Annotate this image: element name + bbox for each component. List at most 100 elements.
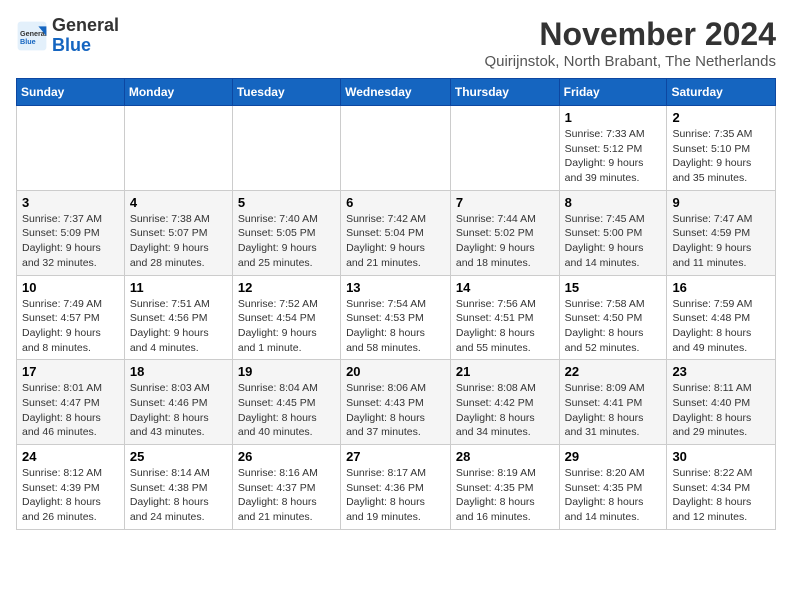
calendar-cell: 21 Sunrise: 8:08 AM Sunset: 4:42 PM Dayli… <box>450 360 559 445</box>
calendar-week-1: 1 Sunrise: 7:33 AM Sunset: 5:12 PM Daylig… <box>17 106 776 191</box>
day-info: Sunrise: 8:08 AM Sunset: 4:42 PM Dayligh… <box>456 381 554 440</box>
day-number: 26 <box>238 449 335 464</box>
calendar-cell: 13 Sunrise: 7:54 AM Sunset: 4:53 PM Dayli… <box>341 275 451 360</box>
calendar-cell: 16 Sunrise: 7:59 AM Sunset: 4:48 PM Dayli… <box>667 275 776 360</box>
day-number: 1 <box>565 110 662 125</box>
calendar-cell <box>450 106 559 191</box>
day-info: Sunrise: 7:44 AM Sunset: 5:02 PM Dayligh… <box>456 212 554 271</box>
calendar-cell <box>232 106 340 191</box>
day-number: 25 <box>130 449 227 464</box>
day-info: Sunrise: 8:20 AM Sunset: 4:35 PM Dayligh… <box>565 466 662 525</box>
day-number: 16 <box>672 280 770 295</box>
calendar-header: SundayMondayTuesdayWednesdayThursdayFrid… <box>17 79 776 106</box>
day-info: Sunrise: 7:51 AM Sunset: 4:56 PM Dayligh… <box>130 297 227 356</box>
calendar-cell: 5 Sunrise: 7:40 AM Sunset: 5:05 PM Daylig… <box>232 190 340 275</box>
day-info: Sunrise: 8:03 AM Sunset: 4:46 PM Dayligh… <box>130 381 227 440</box>
day-number: 8 <box>565 195 662 210</box>
day-info: Sunrise: 7:47 AM Sunset: 4:59 PM Dayligh… <box>672 212 770 271</box>
calendar-cell: 23 Sunrise: 8:11 AM Sunset: 4:40 PM Dayli… <box>667 360 776 445</box>
calendar-cell: 27 Sunrise: 8:17 AM Sunset: 4:36 PM Dayli… <box>341 445 451 530</box>
calendar-cell: 8Sunrise: 7:45 AM Sunset: 5:00 PM Daylig… <box>559 190 667 275</box>
day-number: 6 <box>346 195 445 210</box>
day-number: 10 <box>22 280 119 295</box>
calendar-week-3: 10 Sunrise: 7:49 AM Sunset: 4:57 PM Dayli… <box>17 275 776 360</box>
logo-general: General <box>52 15 119 35</box>
day-info: Sunrise: 7:54 AM Sunset: 4:53 PM Dayligh… <box>346 297 445 356</box>
day-number: 11 <box>130 280 227 295</box>
calendar-cell: 10 Sunrise: 7:49 AM Sunset: 4:57 PM Dayli… <box>17 275 125 360</box>
day-number: 19 <box>238 364 335 379</box>
day-number: 28 <box>456 449 554 464</box>
weekday-header-thursday: Thursday <box>450 79 559 106</box>
day-number: 5 <box>238 195 335 210</box>
day-info: Sunrise: 7:33 AM Sunset: 5:12 PM Dayligh… <box>565 127 662 186</box>
calendar-cell: 22Sunrise: 8:09 AM Sunset: 4:41 PM Dayli… <box>559 360 667 445</box>
day-info: Sunrise: 8:11 AM Sunset: 4:40 PM Dayligh… <box>672 381 770 440</box>
day-info: Sunrise: 8:17 AM Sunset: 4:36 PM Dayligh… <box>346 466 445 525</box>
calendar-cell: 7 Sunrise: 7:44 AM Sunset: 5:02 PM Daylig… <box>450 190 559 275</box>
day-info: Sunrise: 8:09 AM Sunset: 4:41 PM Dayligh… <box>565 381 662 440</box>
day-info: Sunrise: 7:42 AM Sunset: 5:04 PM Dayligh… <box>346 212 445 271</box>
day-info: Sunrise: 7:56 AM Sunset: 4:51 PM Dayligh… <box>456 297 554 356</box>
calendar-cell: 20Sunrise: 8:06 AM Sunset: 4:43 PM Dayli… <box>341 360 451 445</box>
weekday-header-tuesday: Tuesday <box>232 79 340 106</box>
day-info: Sunrise: 7:52 AM Sunset: 4:54 PM Dayligh… <box>238 297 335 356</box>
day-info: Sunrise: 8:12 AM Sunset: 4:39 PM Dayligh… <box>22 466 119 525</box>
calendar-cell: 28Sunrise: 8:19 AM Sunset: 4:35 PM Dayli… <box>450 445 559 530</box>
calendar-week-5: 24Sunrise: 8:12 AM Sunset: 4:39 PM Dayli… <box>17 445 776 530</box>
day-info: Sunrise: 7:58 AM Sunset: 4:50 PM Dayligh… <box>565 297 662 356</box>
day-number: 7 <box>456 195 554 210</box>
calendar-cell: 24Sunrise: 8:12 AM Sunset: 4:39 PM Dayli… <box>17 445 125 530</box>
day-info: Sunrise: 7:49 AM Sunset: 4:57 PM Dayligh… <box>22 297 119 356</box>
day-number: 13 <box>346 280 445 295</box>
calendar-cell: 19 Sunrise: 8:04 AM Sunset: 4:45 PM Dayli… <box>232 360 340 445</box>
calendar-cell: 17Sunrise: 8:01 AM Sunset: 4:47 PM Dayli… <box>17 360 125 445</box>
day-number: 18 <box>130 364 227 379</box>
calendar-body: 1 Sunrise: 7:33 AM Sunset: 5:12 PM Daylig… <box>17 106 776 530</box>
weekday-header-saturday: Saturday <box>667 79 776 106</box>
day-number: 15 <box>565 280 662 295</box>
day-info: Sunrise: 7:38 AM Sunset: 5:07 PM Dayligh… <box>130 212 227 271</box>
day-info: Sunrise: 7:40 AM Sunset: 5:05 PM Dayligh… <box>238 212 335 271</box>
weekday-header-friday: Friday <box>559 79 667 106</box>
calendar-cell <box>17 106 125 191</box>
day-number: 21 <box>456 364 554 379</box>
logo-blue: Blue <box>52 35 91 55</box>
day-number: 12 <box>238 280 335 295</box>
day-number: 3 <box>22 195 119 210</box>
day-number: 4 <box>130 195 227 210</box>
title-area: November 2024 Quirijnstok, North Brabant… <box>484 16 776 70</box>
calendar-cell: 6 Sunrise: 7:42 AM Sunset: 5:04 PM Daylig… <box>341 190 451 275</box>
day-number: 14 <box>456 280 554 295</box>
day-info: Sunrise: 7:35 AM Sunset: 5:10 PM Dayligh… <box>672 127 770 186</box>
day-number: 17 <box>22 364 119 379</box>
day-number: 29 <box>565 449 662 464</box>
calendar-table: SundayMondayTuesdayWednesdayThursdayFrid… <box>16 78 776 530</box>
day-number: 27 <box>346 449 445 464</box>
calendar-cell: 2 Sunrise: 7:35 AM Sunset: 5:10 PM Daylig… <box>667 106 776 191</box>
svg-text:Blue: Blue <box>20 37 36 46</box>
calendar-cell <box>341 106 451 191</box>
weekday-header-row: SundayMondayTuesdayWednesdayThursdayFrid… <box>17 79 776 106</box>
calendar-cell: 12 Sunrise: 7:52 AM Sunset: 4:54 PM Dayli… <box>232 275 340 360</box>
day-number: 2 <box>672 110 770 125</box>
calendar-cell: 11 Sunrise: 7:51 AM Sunset: 4:56 PM Dayli… <box>124 275 232 360</box>
calendar-week-4: 17Sunrise: 8:01 AM Sunset: 4:47 PM Dayli… <box>17 360 776 445</box>
month-title: November 2024 <box>484 16 776 53</box>
calendar-cell: 30 Sunrise: 8:22 AM Sunset: 4:34 PM Dayli… <box>667 445 776 530</box>
day-info: Sunrise: 8:22 AM Sunset: 4:34 PM Dayligh… <box>672 466 770 525</box>
weekday-header-wednesday: Wednesday <box>341 79 451 106</box>
logo: General Blue General Blue <box>16 16 119 56</box>
weekday-header-sunday: Sunday <box>17 79 125 106</box>
day-info: Sunrise: 7:59 AM Sunset: 4:48 PM Dayligh… <box>672 297 770 356</box>
day-number: 30 <box>672 449 770 464</box>
day-info: Sunrise: 8:14 AM Sunset: 4:38 PM Dayligh… <box>130 466 227 525</box>
calendar-cell <box>124 106 232 191</box>
day-info: Sunrise: 8:16 AM Sunset: 4:37 PM Dayligh… <box>238 466 335 525</box>
location-title: Quirijnstok, North Brabant, The Netherla… <box>484 53 776 70</box>
day-info: Sunrise: 8:04 AM Sunset: 4:45 PM Dayligh… <box>238 381 335 440</box>
day-number: 23 <box>672 364 770 379</box>
weekday-header-monday: Monday <box>124 79 232 106</box>
calendar-cell: 29 Sunrise: 8:20 AM Sunset: 4:35 PM Dayli… <box>559 445 667 530</box>
day-number: 20 <box>346 364 445 379</box>
